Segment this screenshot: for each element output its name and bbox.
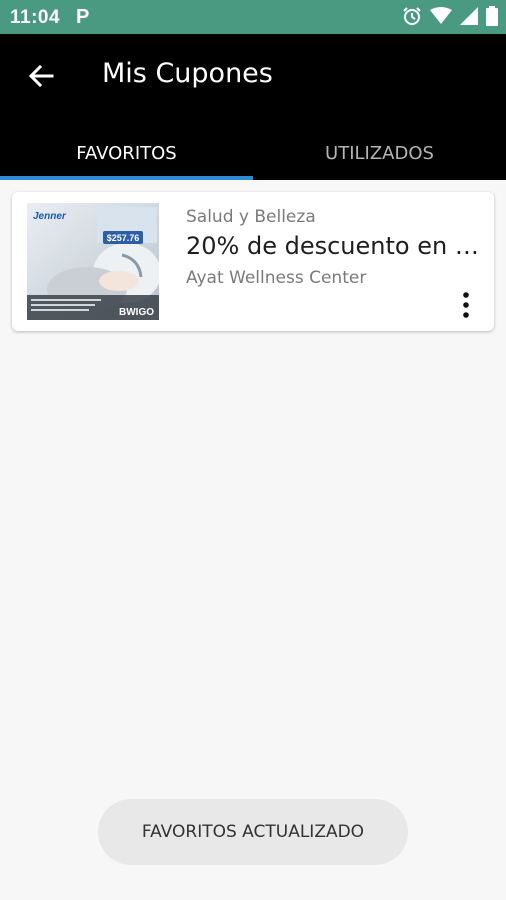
coupon-menu-button[interactable] bbox=[456, 292, 476, 318]
coupon-title: 20% de descuento en tr... bbox=[186, 232, 486, 260]
app-bar: Mis Cupones FAVORITOS UTILIZADOS bbox=[0, 34, 506, 180]
status-bar: 11:04 P bbox=[0, 0, 506, 34]
arrow-back-icon bbox=[28, 64, 54, 88]
alarm-icon bbox=[403, 7, 421, 25]
tab-bar: FAVORITOS UTILIZADOS bbox=[0, 126, 506, 180]
toast-message: FAVORITOS ACTUALIZADO bbox=[98, 799, 408, 865]
battery-icon bbox=[486, 6, 498, 26]
signal-icon bbox=[460, 7, 478, 25]
coupon-merchant: Ayat Wellness Center bbox=[186, 268, 367, 288]
parking-notification-icon: P bbox=[76, 6, 90, 28]
coupon-image: $257.76 Jenner BWIGO bbox=[27, 203, 159, 320]
page-title: Mis Cupones bbox=[102, 58, 273, 89]
wifi-icon bbox=[430, 7, 452, 24]
coupon-footer-brand-label: BWIGO bbox=[119, 307, 154, 318]
coupon-category: Salud y Belleza bbox=[186, 207, 316, 227]
status-icons bbox=[402, 6, 498, 26]
more-vert-icon bbox=[463, 292, 469, 318]
tab-indicator bbox=[0, 176, 253, 180]
coupon-card[interactable]: $257.76 Jenner BWIGO Salud y Belleza 20%… bbox=[12, 192, 494, 331]
back-button[interactable] bbox=[22, 56, 62, 96]
tab-favoritos[interactable]: FAVORITOS bbox=[0, 126, 253, 180]
coupon-brand-label: Jenner bbox=[33, 211, 67, 222]
coupon-price-label: $257.76 bbox=[107, 233, 140, 243]
coupon-thumbnail: $257.76 Jenner BWIGO bbox=[27, 203, 159, 320]
status-time: 11:04 bbox=[10, 7, 61, 28]
tab-utilizados[interactable]: UTILIZADOS bbox=[253, 126, 506, 180]
